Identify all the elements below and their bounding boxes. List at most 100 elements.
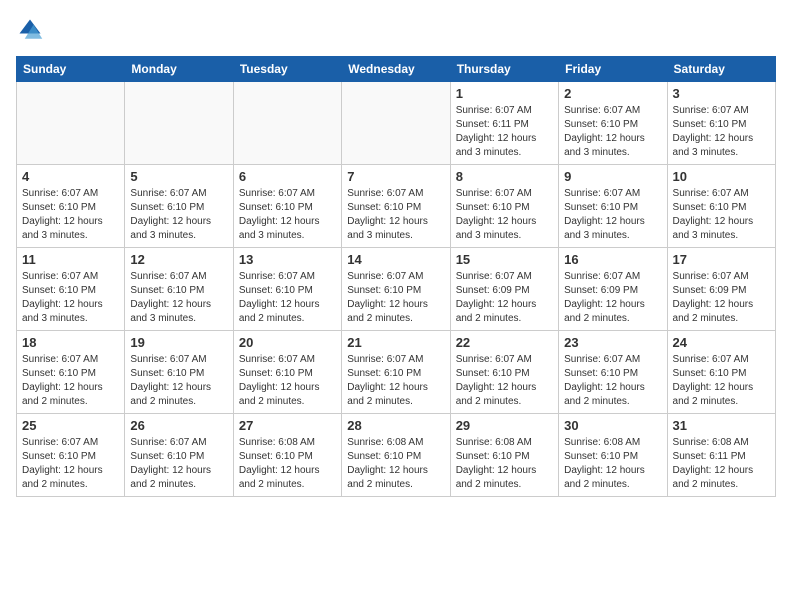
day-number: 14 [347, 252, 444, 267]
calendar-week-row: 18 Sunrise: 6:07 AM Sunset: 6:10 PM Dayli… [17, 331, 776, 414]
day-number: 17 [673, 252, 770, 267]
weekday-header: Monday [125, 57, 233, 82]
calendar-day-cell: 12 Sunrise: 6:07 AM Sunset: 6:10 PM Dayli… [125, 248, 233, 331]
calendar-day-cell: 11 Sunrise: 6:07 AM Sunset: 6:10 PM Dayli… [17, 248, 125, 331]
day-info: Sunrise: 6:07 AM Sunset: 6:10 PM Dayligh… [564, 187, 661, 243]
calendar-day-cell: 3 Sunrise: 6:07 AM Sunset: 6:10 PM Daylig… [667, 82, 775, 165]
logo [16, 16, 48, 44]
day-number: 27 [239, 418, 336, 433]
calendar-week-row: 25 Sunrise: 6:07 AM Sunset: 6:10 PM Dayli… [17, 414, 776, 497]
calendar-day-cell: 5 Sunrise: 6:07 AM Sunset: 6:10 PM Daylig… [125, 165, 233, 248]
day-number: 1 [456, 86, 553, 101]
calendar-day-cell: 6Sunrise: 6:07 AM Sunset: 6:10 PM Daylig… [233, 165, 341, 248]
calendar-day-cell: 22Sunrise: 6:07 AM Sunset: 6:10 PM Dayli… [450, 331, 558, 414]
page-header [16, 16, 776, 44]
day-number: 12 [130, 252, 227, 267]
day-info: Sunrise: 6:07 AM Sunset: 6:10 PM Dayligh… [673, 187, 770, 243]
day-number: 15 [456, 252, 553, 267]
day-number: 18 [22, 335, 119, 350]
calendar-day-cell: 8 Sunrise: 6:07 AM Sunset: 6:10 PM Daylig… [450, 165, 558, 248]
day-info: Sunrise: 6:07 AM Sunset: 6:10 PM Dayligh… [456, 187, 553, 243]
day-info: Sunrise: 6:07 AM Sunset: 6:10 PM Dayligh… [347, 187, 444, 243]
calendar-week-row: 11 Sunrise: 6:07 AM Sunset: 6:10 PM Dayli… [17, 248, 776, 331]
day-info: Sunrise: 6:07 AM Sunset: 6:10 PM Dayligh… [22, 187, 119, 243]
calendar-day-cell: 27 Sunrise: 6:08 AM Sunset: 6:10 PM Dayli… [233, 414, 341, 497]
calendar-day-cell: 16Sunrise: 6:07 AM Sunset: 6:09 PM Dayli… [559, 248, 667, 331]
day-info: Sunrise: 6:07 AM Sunset: 6:10 PM Dayligh… [239, 353, 336, 409]
calendar-day-cell [125, 82, 233, 165]
day-number: 11 [22, 252, 119, 267]
day-info: Sunrise: 6:07 AM Sunset: 6:10 PM Dayligh… [130, 187, 227, 243]
day-number: 30 [564, 418, 661, 433]
calendar-day-cell: 24 Sunrise: 6:07 AM Sunset: 6:10 PM Dayli… [667, 331, 775, 414]
day-number: 8 [456, 169, 553, 184]
day-number: 25 [22, 418, 119, 433]
day-info: Sunrise: 6:07 AM Sunset: 6:10 PM Dayligh… [564, 104, 661, 160]
calendar-day-cell: 21 Sunrise: 6:07 AM Sunset: 6:10 PM Dayli… [342, 331, 450, 414]
day-number: 13 [239, 252, 336, 267]
day-number: 2 [564, 86, 661, 101]
calendar-day-cell: 13 Sunrise: 6:07 AM Sunset: 6:10 PM Dayli… [233, 248, 341, 331]
weekday-header: Sunday [17, 57, 125, 82]
day-info: Sunrise: 6:08 AM Sunset: 6:10 PM Dayligh… [564, 436, 661, 492]
calendar-day-cell: 28 Sunrise: 6:08 AM Sunset: 6:10 PM Dayli… [342, 414, 450, 497]
day-info: Sunrise: 6:07 AM Sunset: 6:10 PM Dayligh… [22, 436, 119, 492]
calendar-table: SundayMondayTuesdayWednesdayThursdayFrid… [16, 56, 776, 497]
calendar-header-row: SundayMondayTuesdayWednesdayThursdayFrid… [17, 57, 776, 82]
weekday-header: Friday [559, 57, 667, 82]
day-number: 24 [673, 335, 770, 350]
day-number: 19 [130, 335, 227, 350]
calendar-day-cell: 29Sunrise: 6:08 AM Sunset: 6:10 PM Dayli… [450, 414, 558, 497]
day-number: 28 [347, 418, 444, 433]
day-number: 22 [456, 335, 553, 350]
day-number: 5 [130, 169, 227, 184]
day-number: 23 [564, 335, 661, 350]
day-info: Sunrise: 6:07 AM Sunset: 6:10 PM Dayligh… [239, 270, 336, 326]
day-number: 31 [673, 418, 770, 433]
calendar-day-cell: 19 Sunrise: 6:07 AM Sunset: 6:10 PM Dayli… [125, 331, 233, 414]
calendar-day-cell [233, 82, 341, 165]
day-number: 3 [673, 86, 770, 101]
logo-icon [16, 16, 44, 44]
calendar-day-cell: 30 Sunrise: 6:08 AM Sunset: 6:10 PM Dayli… [559, 414, 667, 497]
day-info: Sunrise: 6:08 AM Sunset: 6:11 PM Dayligh… [673, 436, 770, 492]
day-info: Sunrise: 6:08 AM Sunset: 6:10 PM Dayligh… [347, 436, 444, 492]
day-number: 26 [130, 418, 227, 433]
calendar-day-cell: 18Sunrise: 6:07 AM Sunset: 6:10 PM Dayli… [17, 331, 125, 414]
day-number: 21 [347, 335, 444, 350]
calendar-day-cell: 10 Sunrise: 6:07 AM Sunset: 6:10 PM Dayli… [667, 165, 775, 248]
day-info: Sunrise: 6:08 AM Sunset: 6:10 PM Dayligh… [239, 436, 336, 492]
calendar-day-cell: 7 Sunrise: 6:07 AM Sunset: 6:10 PM Daylig… [342, 165, 450, 248]
calendar-day-cell: 1Sunrise: 6:07 AM Sunset: 6:11 PM Daylig… [450, 82, 558, 165]
day-info: Sunrise: 6:07 AM Sunset: 6:10 PM Dayligh… [564, 353, 661, 409]
day-info: Sunrise: 6:07 AM Sunset: 6:10 PM Dayligh… [130, 270, 227, 326]
day-info: Sunrise: 6:07 AM Sunset: 6:10 PM Dayligh… [239, 187, 336, 243]
day-info: Sunrise: 6:07 AM Sunset: 6:10 PM Dayligh… [347, 353, 444, 409]
calendar-day-cell: 23 Sunrise: 6:07 AM Sunset: 6:10 PM Dayli… [559, 331, 667, 414]
weekday-header: Wednesday [342, 57, 450, 82]
day-info: Sunrise: 6:07 AM Sunset: 6:10 PM Dayligh… [130, 436, 227, 492]
day-number: 10 [673, 169, 770, 184]
day-number: 7 [347, 169, 444, 184]
day-number: 20 [239, 335, 336, 350]
day-info: Sunrise: 6:07 AM Sunset: 6:10 PM Dayligh… [22, 270, 119, 326]
calendar-day-cell [342, 82, 450, 165]
calendar-day-cell: 31 Sunrise: 6:08 AM Sunset: 6:11 PM Dayli… [667, 414, 775, 497]
weekday-header: Thursday [450, 57, 558, 82]
day-info: Sunrise: 6:07 AM Sunset: 6:10 PM Dayligh… [130, 353, 227, 409]
calendar-day-cell [17, 82, 125, 165]
calendar-day-cell: 17 Sunrise: 6:07 AM Sunset: 6:09 PM Dayli… [667, 248, 775, 331]
weekday-header: Tuesday [233, 57, 341, 82]
day-info: Sunrise: 6:07 AM Sunset: 6:10 PM Dayligh… [673, 104, 770, 160]
calendar-day-cell: 4 Sunrise: 6:07 AM Sunset: 6:10 PM Daylig… [17, 165, 125, 248]
calendar-day-cell: 20 Sunrise: 6:07 AM Sunset: 6:10 PM Dayli… [233, 331, 341, 414]
calendar-day-cell: 25 Sunrise: 6:07 AM Sunset: 6:10 PM Dayli… [17, 414, 125, 497]
day-info: Sunrise: 6:07 AM Sunset: 6:09 PM Dayligh… [456, 270, 553, 326]
day-info: Sunrise: 6:07 AM Sunset: 6:09 PM Dayligh… [673, 270, 770, 326]
weekday-header: Saturday [667, 57, 775, 82]
day-info: Sunrise: 6:07 AM Sunset: 6:10 PM Dayligh… [673, 353, 770, 409]
day-number: 4 [22, 169, 119, 184]
calendar-day-cell: 9Sunrise: 6:07 AM Sunset: 6:10 PM Daylig… [559, 165, 667, 248]
day-info: Sunrise: 6:07 AM Sunset: 6:10 PM Dayligh… [347, 270, 444, 326]
calendar-day-cell: 14 Sunrise: 6:07 AM Sunset: 6:10 PM Dayli… [342, 248, 450, 331]
